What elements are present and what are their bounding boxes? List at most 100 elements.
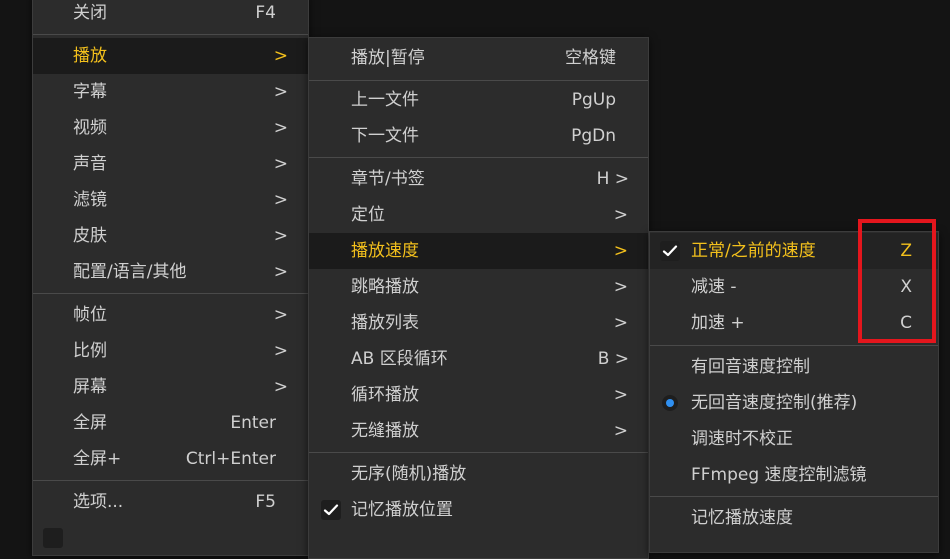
menu-item-label: FFmpeg 速度控制滤镜 <box>691 465 867 485</box>
shortcut-hint: H > <box>596 169 629 189</box>
submenu-arrow-icon: > <box>613 241 628 261</box>
menu-item-label: 全屏 <box>73 413 107 433</box>
submenu-arrow-icon: > <box>273 46 288 66</box>
menu-item-label: 播放速度 <box>351 241 419 261</box>
menu-item-clipped[interactable] <box>33 520 308 555</box>
menu-item-fullscreen[interactable]: 全屏 Enter <box>33 405 308 441</box>
menu-item-label: 章节/书签 <box>351 169 425 189</box>
menu-item-label: 配置/语言/其他 <box>73 262 187 282</box>
menu-item-label: 无回音速度控制(推荐) <box>691 393 858 413</box>
menu-item-remember-speed[interactable]: 记忆播放速度 <box>650 500 938 536</box>
menu-item-label: 播放列表 <box>351 313 419 333</box>
menu-item-shuffle[interactable]: 无序(随机)播放 <box>309 456 648 492</box>
menu-item-speed[interactable]: 播放速度 > <box>309 233 648 269</box>
menu-item-label: 上一文件 <box>351 90 419 110</box>
submenu-arrow-icon: > <box>273 154 288 174</box>
menu-item-label: 屏幕 <box>73 377 107 397</box>
menu-separator <box>33 480 308 481</box>
menu-item-label: 播放|暂停 <box>351 48 425 68</box>
submenu-arrow-icon: > <box>613 205 628 225</box>
menu-item-label: 正常/之前的速度 <box>691 241 816 261</box>
checkbox-icon <box>43 528 63 548</box>
menu-item-label: 循环播放 <box>351 385 419 405</box>
menu-item-options[interactable]: 选项... F5 <box>33 484 308 520</box>
menu-item-label: 视频 <box>73 118 107 138</box>
menu-item-next-file[interactable]: 下一文件 PgDn <box>309 118 648 154</box>
menu-separator <box>650 345 938 346</box>
menu-item-label: 跳略播放 <box>351 277 419 297</box>
menu-item-play-pause[interactable]: 播放|暂停 空格键 <box>309 40 648 76</box>
menu-item-audio[interactable]: 声音 > <box>33 146 308 182</box>
shortcut-hint: F5 <box>255 492 276 512</box>
menu-item-close[interactable]: 关闭 F4 <box>33 0 308 31</box>
menu-separator <box>650 496 938 497</box>
menu-item-prev-file[interactable]: 上一文件 PgUp <box>309 82 648 118</box>
menu-item-label: 定位 <box>351 205 385 225</box>
menu-item-label: 皮肤 <box>73 226 107 246</box>
main-context-menu: 关闭 F4 播放 > 字幕 > 视频 > 声音 > 滤镜 > 皮肤 > 配置/语… <box>32 0 309 556</box>
shortcut-hint: PgUp <box>571 90 616 110</box>
submenu-arrow-icon: > <box>613 313 628 333</box>
menu-separator <box>309 157 648 158</box>
menu-item-label: 减速 - <box>691 277 737 297</box>
menu-item-fullscreen-plus[interactable]: 全屏+ Ctrl+Enter <box>33 441 308 477</box>
submenu-arrow-icon: > <box>613 277 628 297</box>
menu-item-filter[interactable]: 滤镜 > <box>33 182 308 218</box>
menu-item-label: 播放 <box>73 46 107 66</box>
submenu-arrow-icon: > <box>273 190 288 210</box>
menu-item-loop[interactable]: 循环播放 > <box>309 377 648 413</box>
submenu-arrow-icon: > <box>273 118 288 138</box>
radio-selected-icon <box>662 395 678 411</box>
menu-item-ratio[interactable]: 比例 > <box>33 333 308 369</box>
menu-item-no-echo-speed-control[interactable]: 无回音速度控制(推荐) <box>650 385 938 421</box>
menu-item-label: 声音 <box>73 154 107 174</box>
checkmark-icon <box>660 241 680 261</box>
menu-item-config[interactable]: 配置/语言/其他 > <box>33 254 308 290</box>
menu-item-no-correction[interactable]: 调速时不校正 <box>650 421 938 457</box>
menu-item-gapless[interactable]: 无缝播放 > <box>309 413 648 449</box>
shortcut-hint: Ctrl+Enter <box>185 449 276 469</box>
menu-item-echo-speed-control[interactable]: 有回音速度控制 <box>650 349 938 385</box>
shortcut-hint: B > <box>597 349 629 369</box>
menu-item-label: 记忆播放位置 <box>351 500 453 520</box>
menu-item-label: AB 区段循环 <box>351 349 448 369</box>
menu-item-playlist[interactable]: 播放列表 > <box>309 305 648 341</box>
submenu-arrow-icon: > <box>273 305 288 325</box>
menu-separator <box>33 34 308 35</box>
menu-item-label: 比例 <box>73 341 107 361</box>
menu-item-chapters[interactable]: 章节/书签 H > <box>309 161 648 197</box>
menu-item-label: 选项... <box>73 492 124 512</box>
menu-item-ab-loop[interactable]: AB 区段循环 B > <box>309 341 648 377</box>
menu-item-label: 全屏+ <box>73 449 122 469</box>
menu-item-subtitle[interactable]: 字幕 > <box>33 74 308 110</box>
menu-separator <box>309 80 648 81</box>
menu-item-skip-play[interactable]: 跳略播放 > <box>309 269 648 305</box>
menu-item-label: 帧位 <box>73 305 107 325</box>
menu-item-label: 字幕 <box>73 82 107 102</box>
submenu-arrow-icon: > <box>613 385 628 405</box>
menu-item-seek[interactable]: 定位 > <box>309 197 648 233</box>
shortcut-hint: PgDn <box>571 126 616 146</box>
menu-item-label: 下一文件 <box>351 126 419 146</box>
shortcut-hint: F4 <box>255 3 276 23</box>
menu-item-play[interactable]: 播放 > <box>33 38 308 74</box>
menu-item-label: 无序(随机)播放 <box>351 464 467 484</box>
menu-item-label: 调速时不校正 <box>691 429 793 449</box>
menu-item-frame[interactable]: 帧位 > <box>33 297 308 333</box>
menu-separator <box>309 452 648 453</box>
menu-item-ffmpeg-filter[interactable]: FFmpeg 速度控制滤镜 <box>650 457 938 493</box>
shortcut-hint: 空格键 <box>565 48 616 68</box>
submenu-arrow-icon: > <box>273 262 288 282</box>
submenu-arrow-icon: > <box>613 421 628 441</box>
menu-item-label: 滤镜 <box>73 190 107 210</box>
menu-separator <box>33 293 308 294</box>
play-submenu: 播放|暂停 空格键 上一文件 PgUp 下一文件 PgDn 章节/书签 H > … <box>308 37 649 559</box>
checkmark-icon <box>321 500 341 520</box>
menu-item-label: 无缝播放 <box>351 421 419 441</box>
submenu-arrow-icon: > <box>273 377 288 397</box>
menu-item-video[interactable]: 视频 > <box>33 110 308 146</box>
highlight-annotation-box <box>858 219 936 343</box>
menu-item-skin[interactable]: 皮肤 > <box>33 218 308 254</box>
menu-item-remember-position[interactable]: 记忆播放位置 <box>309 492 648 528</box>
menu-item-screen[interactable]: 屏幕 > <box>33 369 308 405</box>
